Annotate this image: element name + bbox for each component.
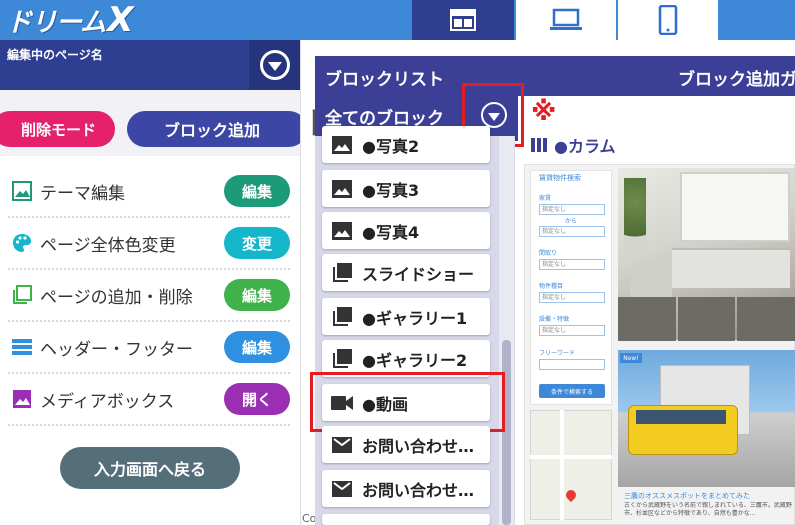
media-box-open-button[interactable]: 開く	[224, 383, 290, 415]
media-icon	[10, 387, 34, 411]
photo-icon	[330, 219, 354, 243]
image-icon	[10, 179, 34, 203]
preview-new-badge: New!	[620, 353, 642, 363]
column-label-text: ●カラム	[554, 137, 616, 156]
preview-form-title: 賃貸物件検索	[539, 174, 581, 182]
preview-field: 指定なし	[539, 226, 605, 237]
menu-item-page-add-delete: ページの追加・削除 編集	[8, 270, 290, 322]
block-list-header: ブロックリスト ブロック追加ガ	[315, 56, 795, 96]
preview-field	[539, 359, 605, 370]
block-item-label: ●ギャラリー1	[362, 308, 468, 328]
preview-field: 指定なし	[539, 259, 605, 270]
pages-icon	[10, 283, 34, 307]
smartphone-icon	[658, 5, 678, 35]
palette-icon	[10, 231, 34, 255]
highlight-box	[310, 372, 505, 432]
menu-item-label: ヘッダー・フッター	[40, 339, 193, 360]
gallery-icon	[330, 305, 354, 329]
menu-item-label: ページの追加・削除	[40, 287, 193, 308]
gallery-icon	[330, 347, 354, 371]
layout-icon	[450, 9, 476, 31]
block-item-label: ●ギャラリー2	[362, 350, 468, 370]
scrollbar-thumb[interactable]	[502, 340, 511, 525]
chevron-down-icon	[259, 50, 290, 80]
block-item-photo4[interactable]: ●写真4	[322, 212, 490, 249]
preview-range-separator: から	[565, 218, 578, 225]
block-item-label: スライドショー	[362, 264, 475, 284]
preview-field-label: 間取り	[539, 250, 558, 257]
preview-field-label: 設備・特徴	[539, 316, 570, 323]
block-add-guide-title: ブロック追加ガ	[678, 70, 795, 90]
menu-item-theme-edit: テーマ編集 編集	[8, 166, 290, 218]
logo-text: ドリーム	[6, 7, 106, 38]
page-name-bar: 編集中のページ名	[0, 40, 300, 90]
tab-smartphone[interactable]	[616, 0, 718, 40]
app-logo[interactable]: ドリーム X	[6, 0, 134, 40]
preview-field: 指定なし	[539, 325, 605, 336]
page-color-change-button[interactable]: 変更	[224, 227, 290, 259]
block-item-slideshow[interactable]: スライドショー	[322, 254, 490, 291]
page-name-label: 編集中のページ名	[7, 48, 103, 62]
preview-field: 指定なし	[539, 204, 605, 215]
preview-column-label: ●カラム	[530, 133, 615, 157]
slideshow-icon	[330, 261, 354, 285]
column-icon	[531, 138, 547, 152]
block-item-label: お問い合わせ…	[362, 436, 475, 456]
preview-photo-desk	[672, 248, 790, 288]
preview-caption-text: 古くから武蔵野をいう名前で親しまれている、三鷹市。武蔵野市、杉並区などから特徴で…	[624, 502, 792, 517]
preview-map	[530, 410, 612, 520]
preview-search-button: 条件で検索する	[539, 384, 605, 398]
block-list-title: ブロックリスト	[325, 70, 444, 90]
page-add-delete-button[interactable]: 編集	[224, 279, 290, 311]
logo-x: X	[107, 0, 134, 40]
preview-field-label: 家賃	[539, 195, 552, 202]
preview-map-road	[530, 455, 612, 459]
page-select-dropdown[interactable]	[249, 40, 300, 90]
menu-item-media-box: メディアボックス 開く	[8, 374, 290, 426]
block-item-contact[interactable]: お問い合わせ…	[322, 470, 490, 507]
mail-icon	[330, 477, 354, 501]
tab-laptop[interactable]	[514, 0, 616, 40]
top-bar: ドリーム X	[0, 0, 795, 40]
preview-map-road	[560, 410, 564, 520]
menu-item-label: ページ全体色変更	[40, 235, 176, 256]
menu-item-header-footer: ヘッダー・フッター 編集	[8, 322, 290, 374]
note-mark: ※	[531, 97, 557, 127]
preview-photo-thumbnails	[618, 297, 795, 341]
preview-photo-window	[680, 172, 790, 242]
photo-icon	[330, 133, 354, 157]
header-footer-edit-button[interactable]: 編集	[224, 331, 290, 363]
preview-caption: 三鷹のオススメスポットをまとめてみた	[624, 492, 750, 500]
block-item-label: ●写真4	[362, 222, 420, 242]
block-item-photo3[interactable]: ●写真3	[322, 170, 490, 207]
back-to-input-button[interactable]: 入力画面へ戻る	[60, 447, 240, 489]
add-block-button[interactable]: ブロック追加	[127, 111, 307, 147]
menu-item-label: テーマ編集	[40, 183, 125, 204]
preview-field-label: 物件種目	[539, 283, 564, 290]
mode-row: 削除モード ブロック追加	[0, 90, 307, 156]
preview-photo-plant	[624, 178, 646, 258]
mail-icon	[330, 433, 354, 457]
tab-layout[interactable]	[412, 0, 514, 40]
block-item-photo2[interactable]: ●写真2	[322, 126, 490, 163]
device-tabs	[412, 0, 718, 40]
header-icon	[10, 335, 34, 359]
delete-mode-button[interactable]: 削除モード	[0, 111, 115, 147]
block-item-gallery1[interactable]: ●ギャラリー1	[322, 298, 490, 335]
theme-edit-button[interactable]: 編集	[224, 175, 290, 207]
block-item-label: ●写真2	[362, 136, 420, 156]
preview-field: 指定なし	[539, 292, 605, 303]
preview-photo-bus-window	[636, 410, 726, 424]
menu-item-page-color: ページ全体色変更 変更	[8, 218, 290, 270]
block-item-label: ●写真3	[362, 180, 420, 200]
menu-item-label: メディアボックス	[40, 391, 175, 412]
block-item-partial[interactable]	[322, 514, 490, 525]
photo-icon	[330, 177, 354, 201]
laptop-icon	[550, 8, 582, 30]
block-item-label: お問い合わせ…	[362, 480, 475, 500]
preview-field-label: フリーワード	[539, 350, 576, 357]
block-item-contact[interactable]: お問い合わせ…	[322, 426, 490, 463]
